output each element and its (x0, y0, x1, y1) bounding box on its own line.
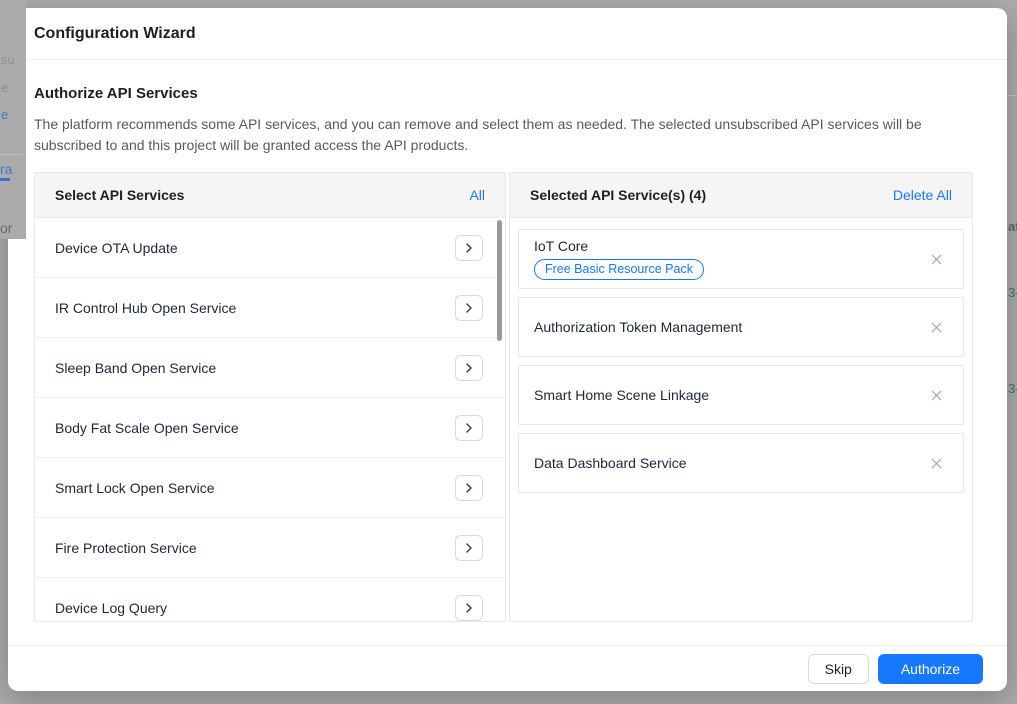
selected-service-card: Data Dashboard Service (518, 433, 964, 493)
configuration-wizard-dialog: Configuration Wizard Authorize API Servi… (8, 8, 1007, 691)
backdrop-left-strip: su e e ra or (0, 0, 26, 239)
right-panel-list: IoT Core Free Basic Resource Pack Author… (510, 218, 972, 621)
service-row: Device Log Query (35, 578, 505, 621)
right-panel-title: Selected API Service(s) (4) (530, 187, 706, 203)
selected-service-info: Smart Home Scene Linkage (534, 387, 709, 403)
backdrop-fragment: su (1, 52, 15, 67)
chevron-right-icon (464, 303, 474, 313)
left-panel-list: Device OTA Update IR Control Hub Open Se… (35, 218, 505, 621)
scrollbar-thumb[interactable] (497, 220, 502, 341)
service-row: Body Fat Scale Open Service (35, 398, 505, 458)
remove-service-button[interactable] (928, 251, 945, 268)
active-tab-indicator (0, 178, 10, 181)
backdrop-line (1008, 95, 1017, 96)
close-icon (930, 389, 943, 402)
selected-service-name: Smart Home Scene Linkage (534, 387, 709, 403)
select-api-services-panel: Select API Services All Device OTA Updat… (34, 172, 506, 622)
service-name: Fire Protection Service (55, 540, 197, 556)
left-panel-header: Select API Services All (35, 173, 505, 218)
service-name: Sleep Band Open Service (55, 360, 216, 376)
description-line: subscribed to and this project will be g… (34, 135, 976, 156)
chevron-right-icon (464, 603, 474, 613)
close-icon (930, 321, 943, 334)
backdrop-line (0, 154, 23, 155)
backdrop-fragment: at (1008, 219, 1017, 234)
chevron-right-icon (464, 483, 474, 493)
backdrop-fragment: e (1, 80, 8, 95)
remove-service-button[interactable] (928, 455, 945, 472)
right-panel-header: Selected API Service(s) (4) Delete All (510, 173, 972, 218)
description-line: The platform recommends some API service… (34, 114, 976, 135)
dialog-header: Configuration Wizard (8, 8, 1007, 60)
transfer-panels: Select API Services All Device OTA Updat… (34, 172, 976, 622)
selected-api-services-panel: Selected API Service(s) (4) Delete All I… (509, 172, 973, 622)
select-all-link[interactable]: All (469, 187, 485, 203)
dialog-body: Authorize API Services The platform reco… (8, 60, 1007, 622)
selected-service-name: Data Dashboard Service (534, 455, 687, 471)
service-name: IR Control Hub Open Service (55, 300, 236, 316)
backdrop-fragment: ra (0, 161, 12, 177)
section-description: The platform recommends some API service… (34, 114, 976, 156)
backdrop-fragment: 3- (1008, 285, 1017, 300)
selected-service-info: Authorization Token Management (534, 319, 742, 335)
service-row: Sleep Band Open Service (35, 338, 505, 398)
authorize-button[interactable]: Authorize (878, 654, 983, 684)
selected-service-card: IoT Core Free Basic Resource Pack (518, 229, 964, 289)
skip-button[interactable]: Skip (808, 654, 869, 684)
service-row: Fire Protection Service (35, 518, 505, 578)
delete-all-link[interactable]: Delete All (893, 187, 952, 203)
add-service-button[interactable] (455, 595, 483, 621)
add-service-button[interactable] (455, 535, 483, 561)
resource-pack-badge: Free Basic Resource Pack (534, 259, 704, 280)
selected-service-info: IoT Core Free Basic Resource Pack (534, 238, 704, 280)
selected-service-name: IoT Core (534, 238, 704, 254)
chevron-right-icon (464, 363, 474, 373)
chevron-right-icon (464, 243, 474, 253)
service-row: Smart Lock Open Service (35, 458, 505, 518)
remove-service-button[interactable] (928, 319, 945, 336)
add-service-button[interactable] (455, 475, 483, 501)
service-name: Body Fat Scale Open Service (55, 420, 239, 436)
backdrop-fragment: or (0, 220, 12, 236)
selected-service-card: Authorization Token Management (518, 297, 964, 357)
chevron-right-icon (464, 543, 474, 553)
service-name: Smart Lock Open Service (55, 480, 215, 496)
add-service-button[interactable] (455, 235, 483, 261)
remove-service-button[interactable] (928, 387, 945, 404)
chevron-right-icon (464, 423, 474, 433)
service-row: IR Control Hub Open Service (35, 278, 505, 338)
service-row: Device OTA Update (35, 218, 505, 278)
service-name: Device Log Query (55, 600, 167, 616)
service-name: Device OTA Update (55, 240, 178, 256)
selected-service-info: Data Dashboard Service (534, 455, 687, 471)
add-service-button[interactable] (455, 295, 483, 321)
dialog-title: Configuration Wizard (34, 25, 196, 43)
dialog-footer: Skip Authorize (8, 645, 1007, 691)
selected-service-card: Smart Home Scene Linkage (518, 365, 964, 425)
selected-service-name: Authorization Token Management (534, 319, 742, 335)
backdrop-fragment: 3- (1008, 381, 1017, 396)
section-heading: Authorize API Services (34, 85, 976, 102)
add-service-button[interactable] (455, 415, 483, 441)
left-panel-title: Select API Services (55, 187, 184, 203)
close-icon (930, 457, 943, 470)
close-icon (930, 253, 943, 266)
backdrop-fragment: e (1, 107, 8, 122)
add-service-button[interactable] (455, 355, 483, 381)
